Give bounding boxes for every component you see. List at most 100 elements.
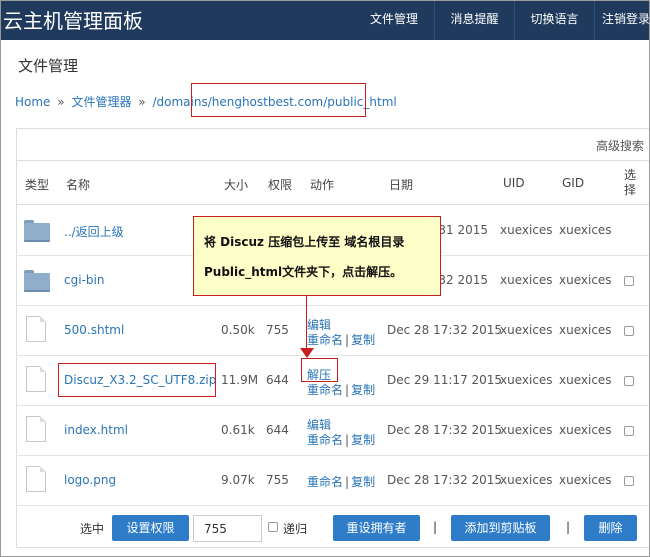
copy-link[interactable]: 复制 [351, 475, 375, 489]
permission-input[interactable] [193, 515, 262, 542]
file-name-link[interactable]: cgi-bin [64, 273, 104, 287]
callout-line-1: 将 Discuz 压缩包上传至 域名根目录 [204, 235, 405, 249]
recursive-checkbox[interactable] [268, 522, 278, 532]
rename-link[interactable]: 重命名 [307, 475, 343, 489]
file-date: Dec 28 17:32 2015 [387, 323, 503, 337]
top-navbar: 云主机管理面板 文件管理 消息提醒 切换语言 注销登录 [0, 0, 650, 40]
file-size: 0.50k [221, 323, 255, 337]
annotation-path-highlight [191, 83, 366, 117]
file-gid: xuexices [559, 473, 612, 487]
breadcrumb-separator: » [57, 95, 65, 109]
edit-link[interactable]: 编辑 [307, 318, 331, 332]
file-name-link[interactable]: ../返回上级 [64, 223, 124, 240]
callout-line-2: Public_html文件夹下，点击解压。 [204, 265, 403, 279]
folder-icon [24, 220, 50, 242]
row-divider [16, 405, 650, 406]
rename-link[interactable]: 重命名 [307, 333, 343, 347]
action-links: 重命名 | 复制 [307, 431, 375, 448]
annotation-callout: 将 Discuz 压缩包上传至 域名根目录 Public_html文件夹下，点击… [193, 216, 441, 296]
row-select-checkbox[interactable] [624, 426, 634, 436]
column-header-date[interactable]: 日期 [389, 176, 413, 193]
rename-link[interactable]: 重命名 [307, 383, 343, 397]
row-divider [16, 455, 650, 456]
delete-button[interactable]: 删除 [584, 515, 637, 541]
file-permission[interactable]: 755 [266, 473, 289, 487]
column-header-type: 类型 [25, 178, 50, 192]
file-size: 11.9M [221, 373, 259, 387]
file-icon [26, 466, 46, 492]
footer-separator: | [566, 520, 571, 534]
action-links: 重命名 | 复制 [307, 381, 375, 398]
row-select-checkbox[interactable] [624, 476, 634, 486]
add-to-clipboard-button[interactable]: 添加到剪贴板 [451, 515, 550, 541]
nav-language[interactable]: 切换语言 [514, 0, 594, 40]
file-name-link[interactable]: logo.png [64, 473, 116, 487]
file-uid: xuexices [500, 473, 553, 487]
action-separator: | [345, 433, 350, 447]
file-gid: xuexices [559, 273, 612, 287]
file-uid: xuexices [500, 273, 553, 287]
row-divider [16, 355, 650, 356]
file-uid: xuexices [500, 223, 553, 237]
file-gid: xuexices [559, 323, 612, 337]
file-uid: xuexices [500, 323, 553, 337]
action-links: 重命名 | 复制 [307, 331, 375, 348]
set-permission-button[interactable]: 设置权限 [112, 515, 189, 541]
panel-header: 高级搜索 [17, 129, 650, 161]
recursive-label: 递归 [283, 522, 308, 536]
nav-messages[interactable]: 消息提醒 [434, 0, 514, 40]
file-size: 9.07k [221, 473, 255, 487]
annotation-extract-highlight [301, 358, 338, 382]
row-divider [16, 505, 650, 506]
rename-link[interactable]: 重命名 [307, 433, 343, 447]
file-date: Dec 28 17:32 2015 [387, 473, 503, 487]
breadcrumb-separator: » [138, 95, 146, 109]
annotation-zip-highlight [58, 363, 216, 397]
nav-file-manager[interactable]: 文件管理 [354, 0, 434, 40]
column-header-action: 动作 [310, 178, 335, 192]
file-icon [26, 366, 46, 392]
breadcrumb-file-manager[interactable]: 文件管理器 [71, 95, 131, 109]
column-header-select: 选择 [624, 168, 637, 197]
annotation-arrow-line [306, 296, 307, 351]
action-links: 重命名 | 复制 [307, 473, 375, 490]
file-size: 0.61k [221, 423, 255, 437]
column-header-permission: 权限 [268, 178, 293, 192]
selected-label: 选中 [80, 522, 105, 536]
column-header-gid: GID [562, 176, 585, 190]
file-name-link[interactable]: 500.shtml [64, 323, 124, 337]
file-icon [26, 316, 46, 342]
file-gid: xuexices [559, 223, 612, 237]
row-select-checkbox[interactable] [624, 326, 634, 336]
row-select-checkbox[interactable] [624, 376, 634, 386]
nav-logout[interactable]: 注销登录 [594, 0, 650, 40]
copy-link[interactable]: 复制 [351, 433, 375, 447]
edit-link[interactable]: 编辑 [307, 418, 331, 432]
file-permission[interactable]: 644 [266, 423, 289, 437]
annotation-arrow-head [300, 348, 314, 358]
breadcrumb-home[interactable]: Home [15, 95, 50, 109]
app-brand[interactable]: 云主机管理面板 [3, 5, 143, 34]
action-separator: | [345, 383, 350, 397]
copy-link[interactable]: 复制 [351, 383, 375, 397]
file-date: Dec 29 11:17 2015 [387, 373, 503, 387]
file-name-link[interactable]: index.html [64, 423, 128, 437]
header-divider [16, 204, 650, 205]
file-permission[interactable]: 644 [266, 373, 289, 387]
page-title: 文件管理 [18, 57, 79, 75]
column-header-size[interactable]: 大小 [224, 176, 248, 193]
file-date: Dec 28 17:32 2015 [387, 423, 503, 437]
top-nav-menu: 文件管理 消息提醒 切换语言 注销登录 [354, 0, 650, 40]
folder-icon [24, 270, 50, 292]
advanced-search-link[interactable]: 高级搜索 [596, 137, 644, 154]
row-select-checkbox[interactable] [624, 276, 634, 286]
row-divider [16, 305, 650, 306]
file-permission[interactable]: 755 [266, 323, 289, 337]
copy-link[interactable]: 复制 [351, 333, 375, 347]
footer-separator: | [433, 520, 438, 534]
reset-owner-button[interactable]: 重设拥有者 [333, 515, 420, 541]
file-uid: xuexices [500, 373, 553, 387]
column-header-name[interactable]: 名称 [66, 176, 90, 193]
action-separator: | [345, 475, 350, 489]
action-separator: | [345, 333, 350, 347]
